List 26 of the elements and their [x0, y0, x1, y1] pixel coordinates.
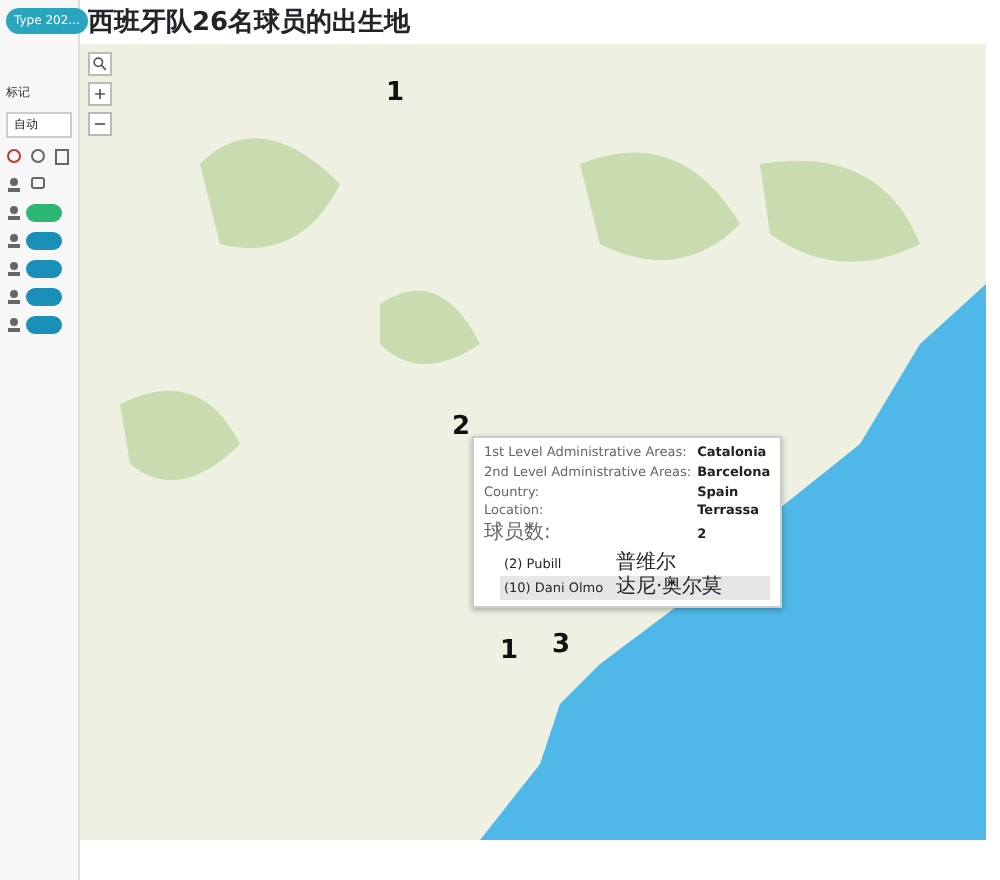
field-pill[interactable]	[26, 316, 62, 334]
tooltip-icon[interactable]	[30, 176, 46, 194]
field-pill[interactable]	[26, 232, 62, 250]
count-marker[interactable]: 1	[386, 80, 405, 106]
count-marker[interactable]: 2	[452, 414, 471, 440]
detail-icon[interactable]	[6, 176, 22, 194]
count-marker[interactable]: 3	[552, 632, 571, 658]
dashboard-title: 西班牙队26名球员的出生地	[86, 6, 413, 42]
size-icon[interactable]	[30, 148, 46, 166]
color-icon[interactable]	[6, 148, 22, 166]
field-pill[interactable]	[26, 204, 62, 222]
player-name-zh: 普维尔	[616, 552, 676, 575]
field-label: 球员数:	[484, 522, 553, 547]
field-icon[interactable]	[6, 316, 22, 334]
field-icon[interactable]	[6, 232, 22, 250]
zoom-in-icon[interactable]	[88, 82, 112, 106]
count-marker[interactable]: 1	[500, 638, 519, 664]
field-icon[interactable]	[6, 204, 22, 222]
field-icon[interactable]	[6, 288, 22, 306]
player-name-zh: 达尼·奥尔莫	[616, 576, 723, 601]
search-icon[interactable]	[88, 52, 112, 76]
zoom-out-icon[interactable]	[88, 112, 112, 136]
field-icon[interactable]	[6, 260, 22, 278]
field-pill[interactable]	[26, 288, 62, 306]
field-pill[interactable]	[26, 260, 62, 278]
label-icon[interactable]	[54, 148, 70, 166]
